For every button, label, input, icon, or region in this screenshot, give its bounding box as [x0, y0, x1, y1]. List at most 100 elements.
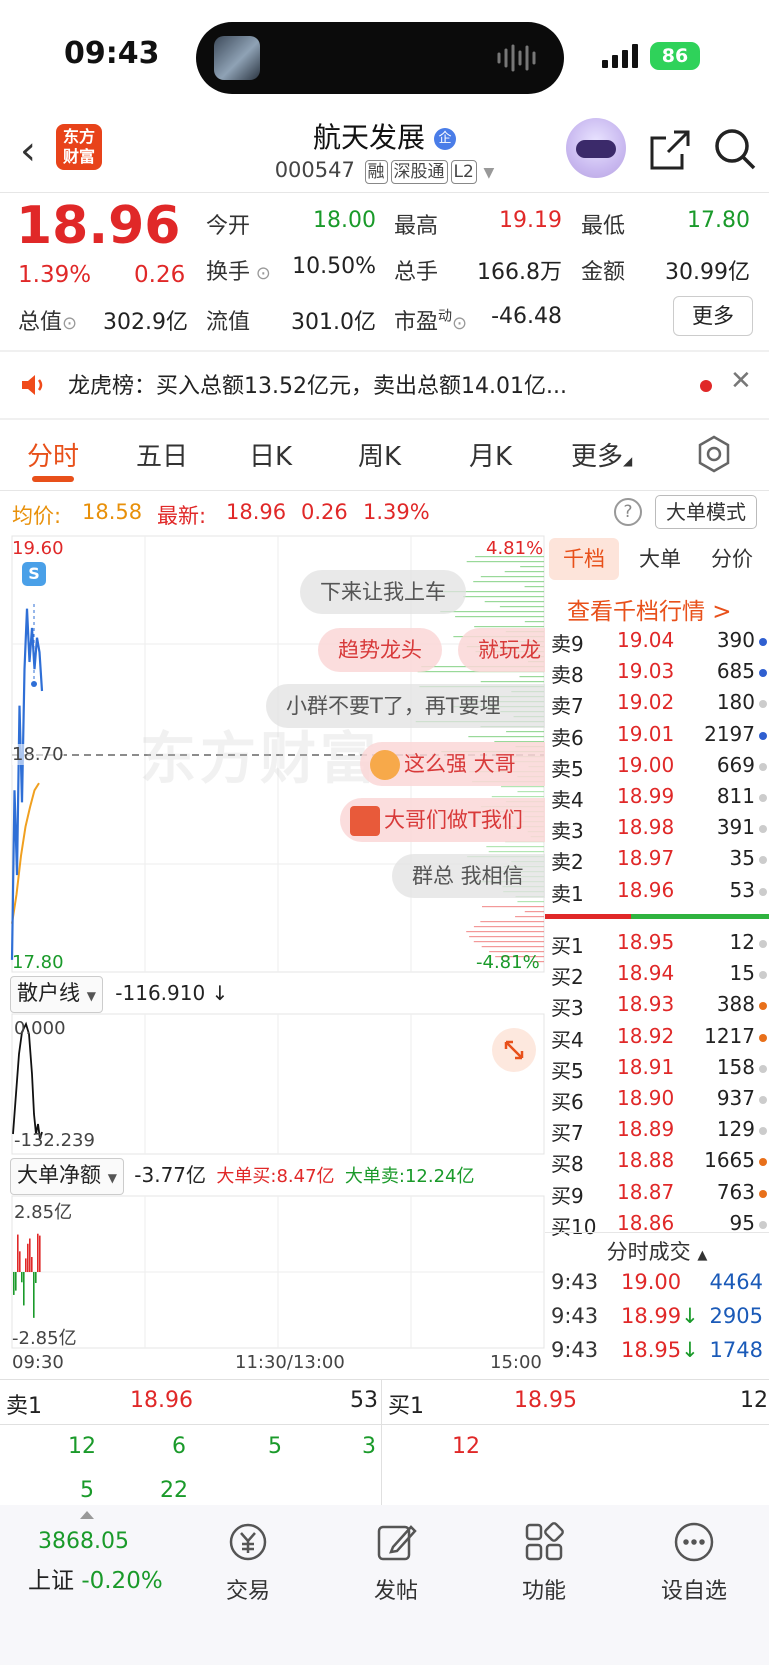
y-axis-mid: 18.70	[12, 744, 64, 765]
value-amount: 30.99亿	[665, 260, 750, 285]
cellular-signal-icon	[602, 44, 638, 68]
ask-queue-item: 6	[172, 1434, 186, 1459]
net-big-order-bar	[31, 1256, 33, 1272]
index-value[interactable]: 3868.05	[38, 1529, 129, 1554]
nav-add-watchlist-label: 设自选	[660, 1579, 727, 1604]
danmu-bubble[interactable]: 下来让我上车	[300, 570, 466, 614]
ask-row[interactable]: 卖6 19.01 2197	[545, 722, 769, 753]
danmu-bubble[interactable]: 大哥们做T我们	[340, 798, 545, 842]
volume-profile-bar	[524, 911, 544, 913]
danmu-bubble[interactable]: 这么强 大哥	[360, 742, 545, 786]
danmu-bubble[interactable]: 群总 我相信	[392, 854, 545, 898]
info-dots-icon: ⊙	[250, 263, 271, 284]
level-label: 卖2	[551, 850, 584, 875]
nav-functions[interactable]: 功能	[494, 1519, 594, 1605]
dynamic-island[interactable]	[196, 22, 564, 94]
danmu-bubble[interactable]: 就玩龙	[458, 628, 545, 672]
intraday-chart-area[interactable]: S 东方财富 19.60 18.70 17.80 4.81% -4.81% 下来…	[0, 534, 545, 1379]
label-pe[interactable]: 市盈动⊙	[394, 304, 467, 336]
tab-weekly-k[interactable]: 周K	[358, 436, 401, 473]
bid-row[interactable]: 买2 18.94 15	[545, 961, 769, 992]
event-marker-icon[interactable]: S	[22, 562, 46, 586]
nav-trade[interactable]: 交易	[198, 1519, 298, 1605]
caret-icon: ◢	[623, 454, 633, 468]
level-label: 卖5	[551, 756, 584, 781]
nav-trade-label: 交易	[225, 1579, 270, 1604]
size-dot	[759, 1158, 767, 1167]
tab-daily-k[interactable]: 日K	[249, 436, 292, 473]
trade-volume: 2905	[709, 1304, 763, 1328]
gear-icon[interactable]	[694, 434, 734, 474]
level-price: 18.88	[617, 1148, 675, 1173]
ask-row[interactable]: 卖2 18.97 35	[545, 846, 769, 877]
latest-label: 最新:	[157, 504, 207, 528]
level-label: 卖8	[551, 663, 584, 688]
trade-volume: 1748	[709, 1338, 763, 1362]
bid-row[interactable]: 买3 18.93 388	[545, 992, 769, 1023]
level-price: 19.02	[617, 690, 675, 715]
indicator1-select[interactable]: 散户线 ▼	[10, 976, 103, 1013]
share-icon[interactable]	[648, 128, 692, 172]
volume-profile-bar	[473, 941, 544, 943]
bid-row[interactable]: 买5 18.91 158	[545, 1055, 769, 1086]
order-queue-panel: 卖1 18.96 53 买1 18.95 12 12 6 5 3 5 22 12	[0, 1379, 769, 1506]
level-price: 18.91	[617, 1054, 675, 1079]
bid-row[interactable]: 买8 18.88 1665	[545, 1148, 769, 1179]
bid-row[interactable]: 买1 18.95 12	[545, 930, 769, 961]
danmu-bubble[interactable]: 小群不要T了，再T要埋	[266, 684, 545, 728]
bid-row[interactable]: 买9 18.87 763	[545, 1180, 769, 1211]
expand-icon[interactable]	[492, 1028, 536, 1072]
ask-row[interactable]: 卖8 19.03 685	[545, 659, 769, 690]
index-change: -0.20%	[81, 1568, 163, 1594]
level-volume: 811	[716, 784, 755, 808]
notice-bar[interactable]: 龙虎榜：买入总额13.52亿元，卖出总额14.01亿... ✕	[0, 352, 769, 418]
tab-more[interactable]: 更多◢	[571, 436, 632, 473]
nav-post[interactable]: 发帖	[346, 1519, 446, 1605]
close-icon[interactable]: ✕	[730, 366, 752, 396]
tab-thousand-levels[interactable]: 千档	[549, 538, 619, 580]
label-turnover[interactable]: 换手 ⊙	[206, 254, 271, 286]
view-thousand-levels-link[interactable]: 查看千档行情 >	[567, 592, 732, 626]
level-price: 18.94	[617, 961, 675, 986]
trade-price-text: 18.95	[621, 1338, 682, 1362]
media-thumbnail	[214, 36, 260, 80]
value-float-cap: 301.0亿	[291, 310, 376, 335]
tab-five-day[interactable]: 五日	[136, 436, 188, 473]
help-icon[interactable]: ?	[614, 498, 642, 526]
big-order-mode-button[interactable]: 大单模式	[655, 495, 757, 529]
assistant-robot-icon[interactable]	[566, 118, 626, 178]
level-volume: 12	[729, 930, 755, 954]
ask-row[interactable]: 卖3 18.98 391	[545, 815, 769, 846]
level-label: 买3	[551, 996, 584, 1021]
tab-big-orders[interactable]: 大单	[625, 538, 695, 580]
quote-panel: 18.96 1.39% 0.26 今开 18.00 最高 19.19 最低 17…	[0, 192, 769, 352]
nav-add-watchlist[interactable]: 设自选	[644, 1519, 744, 1605]
search-icon[interactable]	[712, 126, 758, 172]
bid-row[interactable]: 买6 18.90 937	[545, 1086, 769, 1117]
indicator2-header: 大单净额 ▼ -3.77亿 大单买:8.47亿 大单卖:12.24亿	[10, 1158, 475, 1195]
ask-row[interactable]: 卖1 18.96 53	[545, 878, 769, 909]
size-dot	[759, 669, 767, 678]
ask-row[interactable]: 卖7 19.02 180	[545, 690, 769, 721]
bid-row[interactable]: 买7 18.89 129	[545, 1117, 769, 1148]
more-button[interactable]: 更多	[673, 296, 753, 336]
value-market-cap: 302.9亿	[103, 310, 188, 335]
tab-price-distribution[interactable]: 分价	[697, 538, 767, 580]
level-label: 卖3	[551, 819, 584, 844]
indicator2-top: 2.85亿	[14, 1202, 73, 1223]
indicator2-select[interactable]: 大单净额 ▼	[10, 1158, 124, 1195]
level-price: 19.00	[617, 752, 675, 777]
label-market-cap[interactable]: 总值⊙	[18, 304, 77, 336]
net-big-order-bar	[33, 1272, 35, 1318]
ask-row[interactable]: 卖9 19.04 390	[545, 628, 769, 659]
ask-row[interactable]: 卖4 18.99 811	[545, 784, 769, 815]
index-name: 上证	[28, 1568, 74, 1594]
tab-monthly-k[interactable]: 月K	[469, 436, 512, 473]
tab-intraday[interactable]: 分时	[27, 436, 79, 473]
grid-icon	[525, 1522, 564, 1561]
bid-row[interactable]: 买4 18.92 1217	[545, 1024, 769, 1055]
ask-row[interactable]: 卖5 19.00 669	[545, 753, 769, 784]
danmu-bubble[interactable]: 趋势龙头	[318, 628, 442, 672]
trades-title[interactable]: 分时成交 ▲	[545, 1236, 769, 1266]
index-quote[interactable]: 上证 -0.20%	[28, 1561, 163, 1595]
